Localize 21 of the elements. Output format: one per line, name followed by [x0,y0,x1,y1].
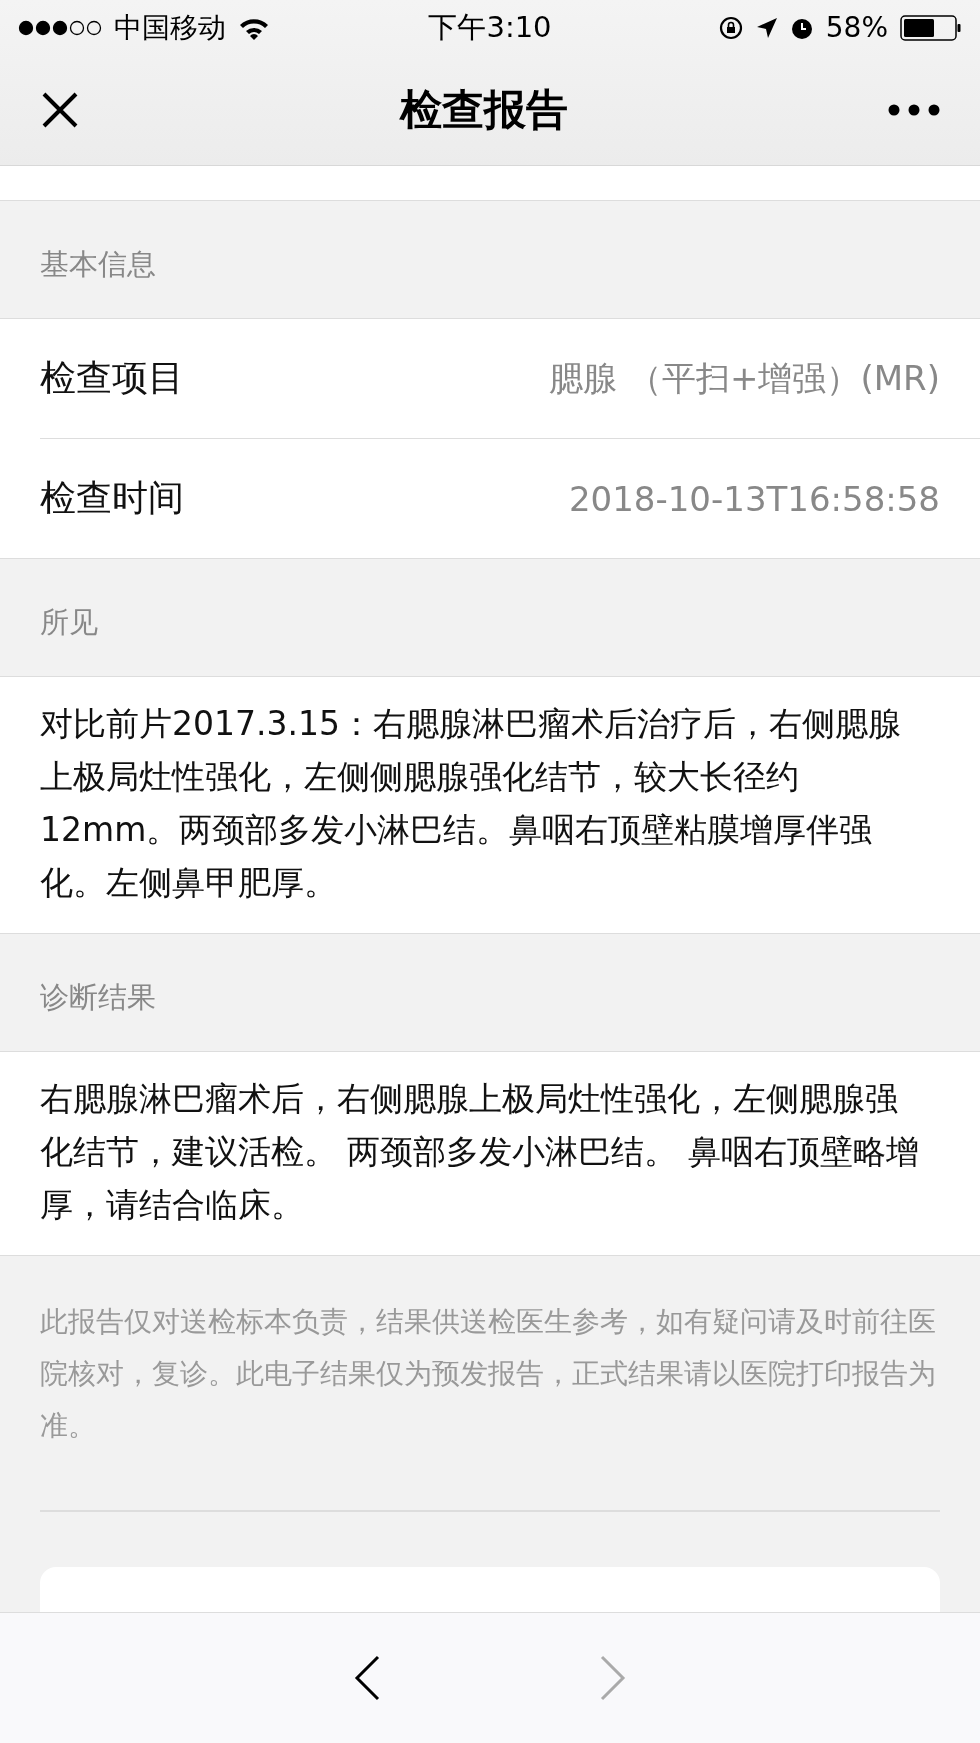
more-button[interactable] [888,104,940,116]
rotation-lock-icon [717,14,744,41]
section-header: 诊断结果 [39,978,157,1016]
battery-percent: 58% [825,11,888,44]
page-title: 检查报告 [400,84,568,136]
carrier-name: 中国移动 [114,9,226,46]
disclaimer-text: 此报告仅对送检标本负责，结果供送检医生参考，如有疑问请及时前往医院核对，复诊。此电子结果仅为预发报告，正式结果请以医院打印报告为准。 [39,1304,937,1444]
signal-icon [18,19,102,36]
battery-icon [900,13,962,42]
field-label: 检查项目 [40,356,184,400]
location-arrow-icon [755,16,778,39]
report-text: 对比前片2017.3.15：右腮腺淋巴瘤术后治疗后，右侧腮腺上极局灶性强化，左侧侧腮腺强化结节，较大长径约12mm。两颈部多发小淋巴结。鼻咽右顶壁粘膜增厚伴强化。左侧鼻甲肥厚。 [39,703,902,904]
section-header: 所见 [39,603,99,641]
report-text: 右腮腺淋巴瘤术后，右侧腮腺上极局灶性强化，左侧腮腺强化结节，建议活检。 两颈部多发小淋巴结。 鼻咽右顶壁略增厚，请结合临床。 [39,1078,920,1226]
close-button[interactable] [40,90,80,130]
field-label: 检查时间 [40,476,184,520]
field-value: 2018-10-13T16:58:58 [568,478,940,519]
field-value: 腮腺 （平扫+增强）(MR) [549,356,940,400]
section-header: 基本信息 [39,245,157,283]
status-time: 下午3:10 [428,8,552,46]
back-button[interactable] [354,1655,380,1701]
